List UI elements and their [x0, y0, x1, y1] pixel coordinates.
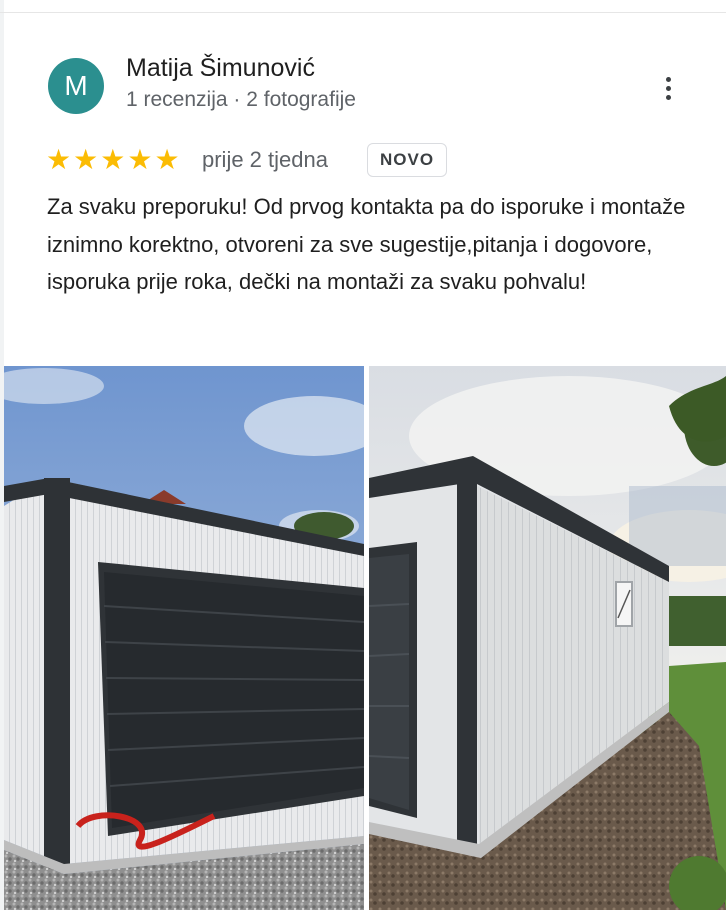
star-icon: ★ [154, 143, 180, 176]
garage-front-photo[interactable] [4, 366, 364, 910]
star-icon: ★ [73, 143, 99, 176]
star-icon: ★ [100, 143, 126, 176]
star-icon: ★ [46, 143, 72, 176]
new-badge: NOVO [367, 143, 448, 177]
reviewer-meta: 1 recenzija · 2 fotografije [126, 88, 356, 111]
top-divider [0, 12, 726, 13]
garage-side-image [369, 366, 726, 910]
star-icon: ★ [127, 143, 153, 176]
review-text: Za svaku preporuku! Od prvog kontakta pa… [47, 194, 686, 294]
avatar-initial: M [64, 70, 88, 101]
star-rating: ★ ★ ★ ★ ★ [46, 144, 180, 176]
garage-side-photo[interactable] [369, 366, 726, 910]
avatar[interactable]: M [48, 58, 104, 114]
reviewer-name[interactable]: Matija Šimunović [126, 54, 315, 83]
review-time: prije 2 tjedna [202, 147, 328, 172]
garage-front-image [4, 366, 364, 910]
more-vertical-icon[interactable] [656, 70, 680, 106]
